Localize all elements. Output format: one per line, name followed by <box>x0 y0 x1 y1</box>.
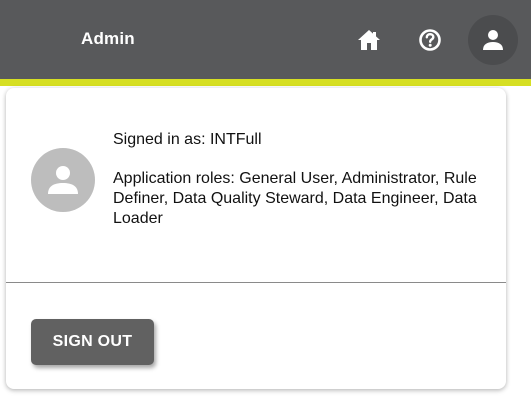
app-title: Admin <box>81 29 135 48</box>
accent-line <box>0 79 531 86</box>
top-bar: Admin <box>0 0 531 79</box>
user-icon <box>483 30 503 50</box>
user-info-card: Signed in as: INTFull Application roles:… <box>6 88 506 389</box>
user-menu-button[interactable] <box>468 15 518 65</box>
help-button[interactable] <box>413 23 447 57</box>
user-info: Signed in as: INTFull Application roles:… <box>113 130 488 229</box>
avatar <box>31 148 95 212</box>
help-icon <box>419 29 441 51</box>
signed-in-as-text: Signed in as: INTFull <box>113 131 262 148</box>
application-roles-text: Application roles: General User, Adminis… <box>113 170 477 227</box>
user-avatar-icon <box>48 166 78 194</box>
home-button[interactable] <box>352 23 386 57</box>
home-icon <box>358 30 380 50</box>
divider <box>6 282 506 283</box>
sign-out-button[interactable]: SIGN OUT <box>31 319 154 365</box>
